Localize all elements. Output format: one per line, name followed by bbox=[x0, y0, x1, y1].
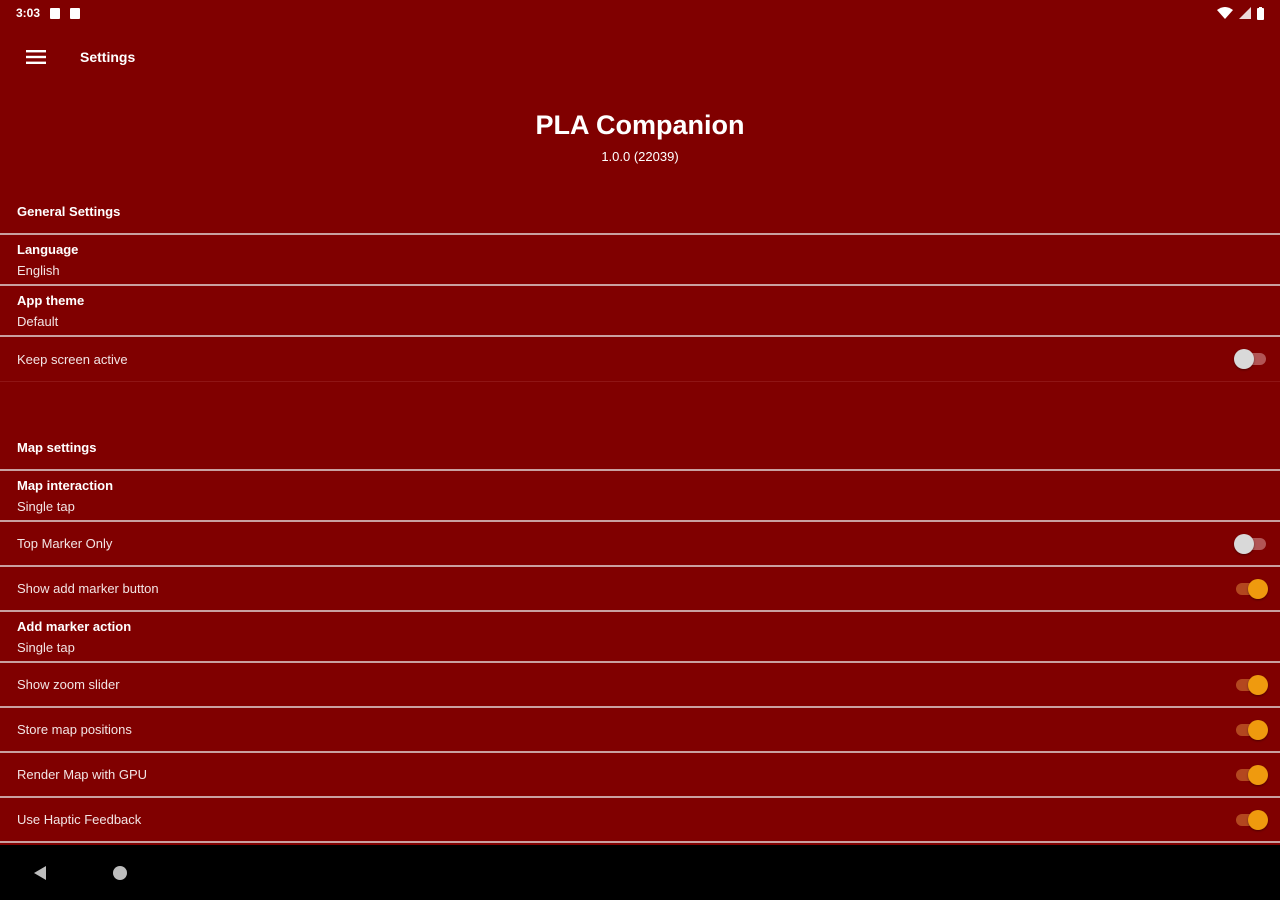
setting-add-marker-action[interactable]: Add marker action Single tap bbox=[0, 612, 1280, 663]
status-time: 3:03 bbox=[16, 6, 41, 20]
battery-icon bbox=[1257, 6, 1264, 20]
setting-label: Keep screen active bbox=[17, 351, 128, 367]
setting-use-haptic-feedback[interactable]: Use Haptic Feedback bbox=[0, 798, 1280, 843]
setting-title: App theme bbox=[17, 292, 85, 308]
setting-value: Single tap bbox=[17, 498, 75, 514]
status-right bbox=[1217, 6, 1264, 20]
setting-value: English bbox=[17, 262, 60, 278]
setting-label: Show add marker button bbox=[17, 581, 159, 596]
setting-label: Store map positions bbox=[17, 722, 132, 737]
wifi-icon bbox=[1217, 7, 1233, 19]
notification-icon bbox=[50, 7, 61, 19]
status-bar: 3:03 bbox=[0, 0, 1280, 26]
setting-top-marker-only[interactable]: Top Marker Only bbox=[0, 522, 1280, 567]
setting-show-add-marker-button[interactable]: Show add marker button bbox=[0, 567, 1280, 612]
navigation-bar bbox=[0, 845, 1280, 900]
toolbar: Settings bbox=[0, 26, 1280, 88]
setting-title: Language bbox=[17, 241, 79, 257]
app-header: PLA Companion 1.0.0 (22039) bbox=[0, 110, 1280, 164]
app-name: PLA Companion bbox=[535, 110, 745, 140]
use-haptic-feedback-toggle[interactable] bbox=[1234, 809, 1268, 830]
top-marker-only-toggle[interactable] bbox=[1234, 533, 1268, 554]
setting-show-zoom-slider[interactable]: Show zoom slider bbox=[0, 663, 1280, 708]
setting-render-map-gpu[interactable]: Render Map with GPU bbox=[0, 753, 1280, 798]
section-header-map: Map settings bbox=[0, 426, 1280, 471]
setting-language[interactable]: Language English bbox=[0, 235, 1280, 286]
keep-screen-active-toggle[interactable] bbox=[1234, 349, 1268, 369]
show-add-marker-button-toggle[interactable] bbox=[1234, 578, 1268, 599]
setting-label: Use Haptic Feedback bbox=[17, 812, 142, 827]
setting-value: Single tap bbox=[17, 639, 75, 655]
setting-label: Show zoom slider bbox=[17, 677, 120, 692]
home-icon[interactable] bbox=[80, 845, 160, 900]
setting-keep-screen-active[interactable]: Keep screen active bbox=[0, 337, 1280, 382]
setting-title: Map interaction bbox=[17, 477, 114, 493]
setting-store-map-positions[interactable]: Store map positions bbox=[0, 708, 1280, 753]
setting-label: Render Map with GPU bbox=[17, 767, 148, 782]
back-icon[interactable] bbox=[0, 845, 80, 900]
status-left: 3:03 bbox=[16, 6, 81, 20]
sd-card-icon bbox=[70, 7, 81, 19]
hamburger-menu-icon[interactable] bbox=[0, 26, 72, 88]
setting-label: Top Marker Only bbox=[17, 536, 113, 551]
signal-icon bbox=[1239, 7, 1251, 19]
app-version: 1.0.0 (22039) bbox=[601, 149, 679, 164]
section-header-general: General Settings bbox=[0, 190, 1280, 235]
store-map-positions-toggle[interactable] bbox=[1234, 719, 1268, 740]
page-title: Settings bbox=[80, 49, 136, 65]
setting-value: Default bbox=[17, 313, 59, 329]
setting-app-theme[interactable]: App theme Default bbox=[0, 286, 1280, 337]
render-map-gpu-toggle[interactable] bbox=[1234, 764, 1268, 785]
setting-title: Add marker action bbox=[17, 618, 132, 634]
settings-list: General Settings Language English App th… bbox=[0, 190, 1280, 843]
show-zoom-slider-toggle[interactable] bbox=[1234, 674, 1268, 695]
setting-map-interaction[interactable]: Map interaction Single tap bbox=[0, 471, 1280, 522]
